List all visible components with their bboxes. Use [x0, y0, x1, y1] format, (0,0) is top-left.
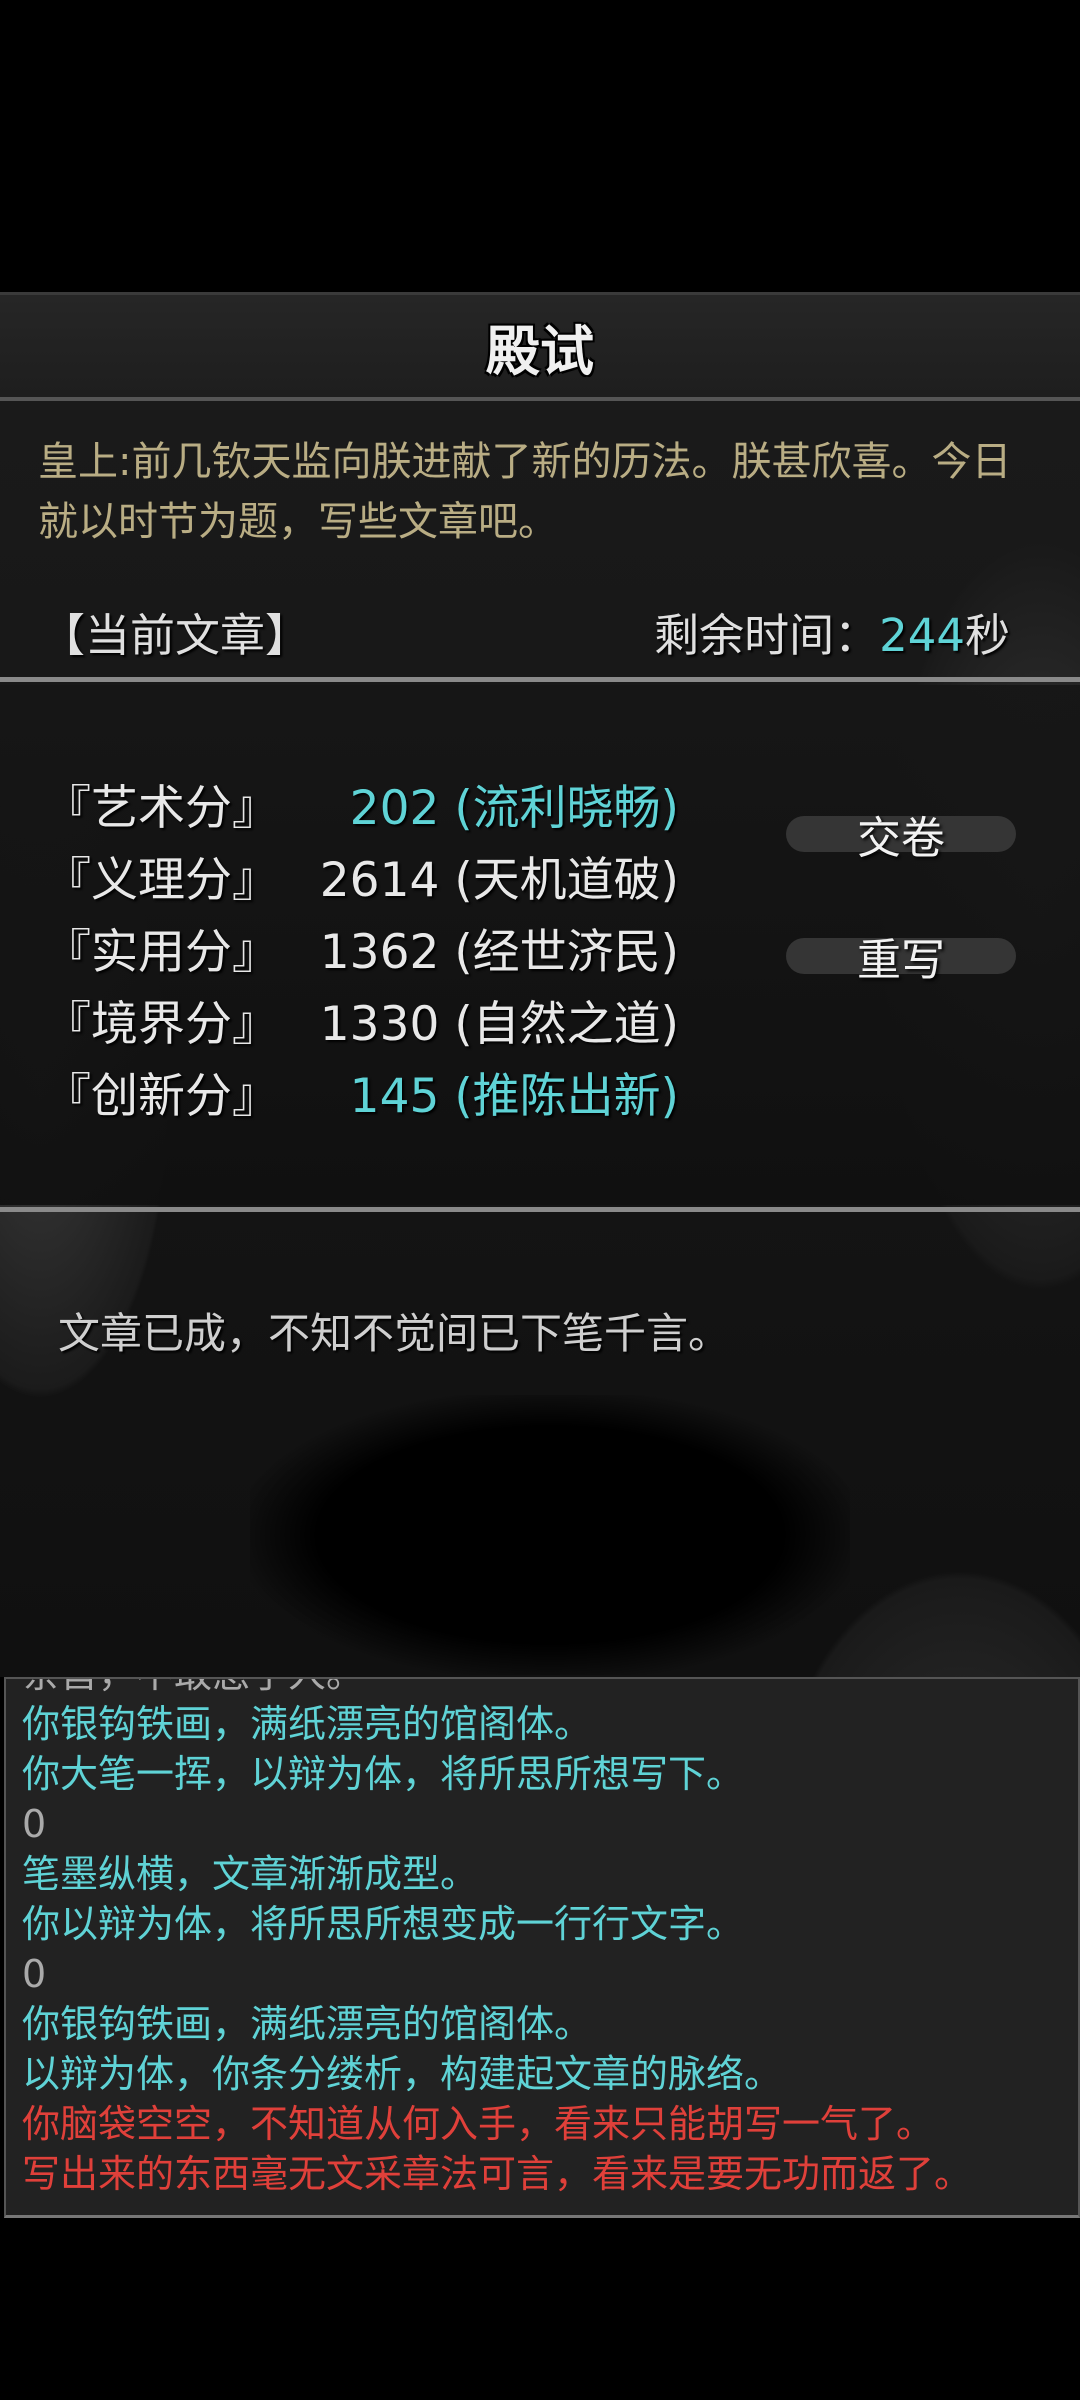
score-label: 『境界分』 [44, 996, 279, 1052]
timer-label: 剩余时间： [654, 608, 880, 662]
event-log-content: 亲旨，不敢怠了人。 你银钩铁画，满纸漂亮的馆阁体。 你大笔一挥，以辩为体，将所思… [22, 1679, 1072, 2199]
rewrite-button-label[interactable]: 重写 [786, 924, 1016, 988]
page-title: 殿试 [486, 318, 594, 383]
score-value: 145 (推陈出新) [349, 1068, 679, 1124]
log-line: 以辩为体，你条分缕析，构建起文章的脉络。 [22, 2052, 783, 2096]
event-log[interactable]: 亲旨，不敢怠了人。 你银钩铁画，满纸漂亮的馆阁体。 你大笔一挥，以辩为体，将所思… [4, 1677, 1080, 2218]
score-value: 2614 (天机道破) [319, 852, 679, 908]
timer-value: 244 [879, 608, 965, 662]
score-label: 『实用分』 [44, 924, 279, 980]
timer-unit: 秒 [964, 608, 1010, 662]
score-row-reasoning: 『义理分』 2614 (天机道破) [44, 840, 724, 910]
current-essay-label: 【当前文章】 [40, 608, 311, 662]
score-value: 1330 (自然之道) [319, 996, 679, 1052]
score-row-realm: 『境界分』 1330 (自然之道) [44, 984, 724, 1054]
score-row-practical: 『实用分』 1362 (经世济民) [44, 912, 724, 982]
timer: 剩余时间：244秒 [654, 599, 1010, 664]
score-row-art: 『艺术分』 202 (流利晓畅) [44, 768, 724, 838]
log-line: 亲旨，不敢怠了人。 [22, 1679, 1072, 1699]
score-value: 202 (流利晓畅) [349, 780, 679, 836]
log-line: 写出来的东西毫无文采章法可言，看来是要无功而返了。 [22, 2152, 973, 2196]
status-row: 【当前文章】 剩余时间：244秒 [40, 596, 1010, 666]
log-line: 你以辩为体，将所思所想变成一行行文字。 [22, 1902, 745, 1946]
emperor-speech: 皇上:前几钦天监向朕进献了新的历法。朕甚欣喜。今日就以时节为题，写些文章吧。 [38, 439, 1012, 545]
log-line: 笔墨纵横，文章渐渐成型。 [22, 1852, 479, 1896]
score-row-innovation: 『创新分』 145 (推陈出新) [44, 1056, 724, 1126]
log-line: 0 [22, 1952, 47, 1996]
log-line: 你大笔一挥，以辩为体，将所思所想写下。 [22, 1752, 745, 1796]
divider-top [0, 677, 1080, 682]
essay-status: 文章已成，不知不觉间已下笔千言。 [58, 1309, 731, 1358]
log-line: 0 [22, 1802, 47, 1846]
background-shade [250, 1395, 850, 1675]
divider-bottom [0, 1207, 1080, 1212]
submit-button-label[interactable]: 交卷 [786, 802, 1016, 866]
score-label: 『义理分』 [44, 852, 279, 908]
score-label: 『艺术分』 [44, 780, 279, 836]
log-line: 你银钩铁画，满纸漂亮的馆阁体。 [22, 2002, 593, 2046]
log-line: 你脑袋空空，不知道从何入手，看来只能胡写一气了。 [22, 2102, 935, 2146]
log-line: 你银钩铁画，满纸漂亮的馆阁体。 [22, 1702, 593, 1746]
score-label: 『创新分』 [44, 1068, 279, 1124]
score-value: 1362 (经世济民) [319, 924, 679, 980]
title-bar: 殿试 [0, 292, 1080, 401]
